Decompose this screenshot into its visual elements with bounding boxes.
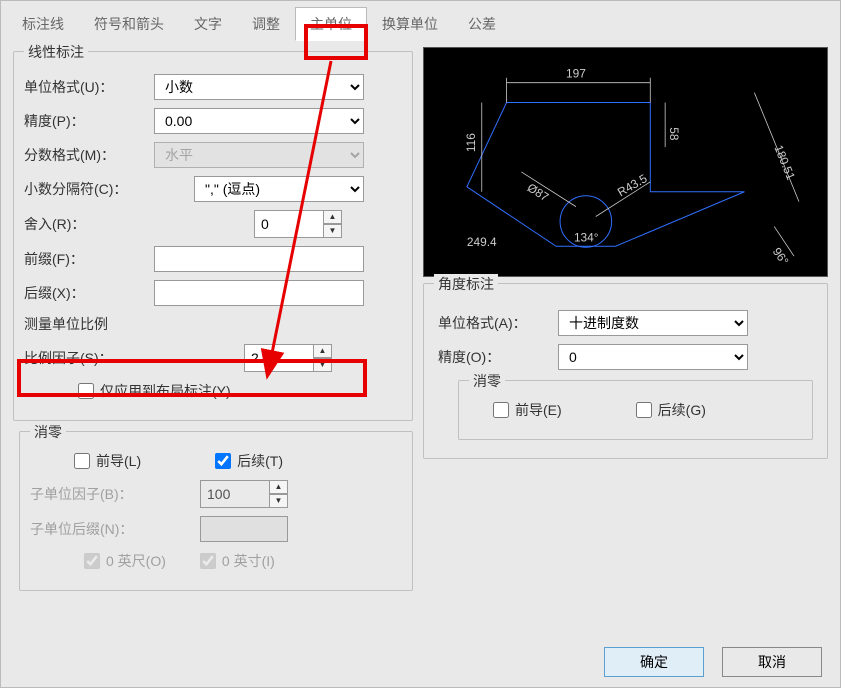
roundoff-spinner[interactable]: ▲ ▼ (254, 210, 342, 238)
ok-button[interactable]: 确定 (604, 647, 704, 677)
feet-label: 0 英尺(O) (106, 551, 166, 571)
unit-format-select[interactable]: 小数 (154, 74, 364, 100)
prefix-label: 前缀(F)： (24, 249, 154, 269)
tab-fit[interactable]: 调整 (237, 7, 295, 41)
angular-unit-label: 单位格式(A)： (438, 313, 558, 333)
trailing-label: 后续(T) (237, 451, 283, 471)
precision-label: 精度(P)： (24, 111, 154, 131)
angular-precision-select[interactable]: 0 (558, 344, 748, 370)
angular-unit-select[interactable]: 十进制度数 (558, 310, 748, 336)
angular-trailing-checkbox[interactable] (636, 402, 652, 418)
trailing-checkbox-wrap[interactable]: 后续(T) (211, 450, 283, 472)
roundoff-input[interactable] (254, 210, 324, 238)
angular-precision-label: 精度(O)： (438, 347, 558, 367)
precision-select[interactable]: 0.00 (154, 108, 364, 134)
scale-title: 测量单位比例 (24, 314, 402, 334)
angular-trailing-label: 后续(G) (658, 400, 706, 420)
preview-panel: 197 58 116 180.51 Ø87 R43.5 134° 249.4 9… (423, 47, 828, 277)
angular-dimension-group: 角度标注 单位格式(A)： 十进制度数 精度(O)： 0 消零 (423, 283, 828, 459)
linear-dimension-group: 线性标注 单位格式(U)： 小数 精度(P)： 0.00 分数格式(M)： (13, 51, 413, 421)
subfactor-spinner: ▲ ▼ (200, 480, 288, 508)
roundoff-label: 舍入(R)： (24, 214, 154, 234)
fraction-format-label: 分数格式(M)： (24, 145, 154, 165)
angular-leading-wrap[interactable]: 前导(E) (489, 399, 562, 421)
angular-trailing-wrap[interactable]: 后续(G) (632, 399, 706, 421)
linear-title: 线性标注 (24, 42, 88, 62)
roundoff-down[interactable]: ▼ (324, 224, 342, 238)
feet-checkbox-wrap: 0 英尺(O) (80, 550, 166, 572)
suffix-input[interactable] (154, 280, 364, 306)
inch-checkbox-wrap: 0 英寸(I) (196, 550, 275, 572)
scale-factor-input[interactable] (244, 344, 314, 372)
subfactor-input (200, 480, 270, 508)
dimension-style-dialog: 标注线 符号和箭头 文字 调整 主单位 换算单位 公差 线性标注 单位格式(U)… (0, 0, 841, 688)
cancel-button[interactable]: 取消 (722, 647, 822, 677)
dim-134: 134° (574, 230, 599, 244)
inch-label: 0 英寸(I) (222, 551, 275, 571)
dim-197: 197 (566, 67, 586, 81)
inch-checkbox (200, 553, 216, 569)
content-area: 线性标注 单位格式(U)： 小数 精度(P)： 0.00 分数格式(M)： (1, 41, 840, 607)
tab-alt-units[interactable]: 换算单位 (367, 7, 453, 41)
tab-tolerance[interactable]: 公差 (453, 7, 511, 41)
layout-only-label: 仅应用到布局标注(Y) (100, 381, 231, 401)
tab-primary-units[interactable]: 主单位 (295, 7, 367, 41)
subsuffix-label: 子单位后缀(N)： (30, 519, 170, 539)
trailing-checkbox[interactable] (215, 453, 231, 469)
leading-label: 前导(L) (96, 451, 141, 471)
subfactor-down: ▼ (270, 494, 288, 508)
fraction-format-select: 水平 (154, 142, 364, 168)
dim-116: 116 (464, 133, 478, 152)
angular-title: 角度标注 (434, 274, 498, 294)
dim-r: R43.5 (615, 171, 650, 199)
separator-select[interactable]: "," (逗点) (194, 176, 364, 202)
subfactor-up: ▲ (270, 480, 288, 494)
scale-factor-spinner[interactable]: ▲ ▼ (244, 344, 332, 372)
angular-zero-group: 消零 前导(E) 后续(G) (458, 380, 813, 440)
roundoff-up[interactable]: ▲ (324, 210, 342, 224)
tab-dimlines[interactable]: 标注线 (7, 7, 79, 41)
angular-leading-label: 前导(E) (515, 400, 562, 420)
scale-factor-label: 比例因子(S)： (24, 348, 154, 368)
dim-180: 180.51 (771, 143, 798, 182)
scale-up[interactable]: ▲ (314, 344, 332, 358)
unit-format-label: 单位格式(U)： (24, 77, 154, 97)
suffix-label: 后缀(X)： (24, 283, 154, 303)
angular-leading-checkbox[interactable] (493, 402, 509, 418)
zero-title: 消零 (30, 422, 66, 442)
subfactor-label: 子单位因子(B)： (30, 484, 170, 504)
scale-down[interactable]: ▼ (314, 358, 332, 372)
dim-249: 249.4 (467, 235, 497, 249)
left-column: 线性标注 单位格式(U)： 小数 精度(P)： 0.00 分数格式(M)： (13, 47, 413, 601)
dim-dia: Ø87 (525, 180, 551, 204)
tab-text[interactable]: 文字 (179, 7, 237, 41)
leading-checkbox-wrap[interactable]: 前导(L) (70, 450, 141, 472)
right-column: 197 58 116 180.51 Ø87 R43.5 134° 249.4 9… (413, 47, 828, 601)
separator-label: 小数分隔符(C)： (24, 179, 154, 199)
layout-only-checkbox-wrap[interactable]: 仅应用到布局标注(Y) (74, 380, 231, 402)
subsuffix-input (200, 516, 288, 542)
dim-58: 58 (667, 127, 681, 141)
tab-symbols[interactable]: 符号和箭头 (79, 7, 179, 41)
prefix-input[interactable] (154, 246, 364, 272)
layout-only-checkbox[interactable] (78, 383, 94, 399)
angular-zero-title: 消零 (469, 371, 505, 391)
zero-suppression-group: 消零 前导(L) 后续(T) 子单位因子(B)： (19, 431, 413, 591)
feet-checkbox (84, 553, 100, 569)
leading-checkbox[interactable] (74, 453, 90, 469)
tab-bar: 标注线 符号和箭头 文字 调整 主单位 换算单位 公差 (7, 7, 834, 41)
button-row: 确定 取消 (604, 647, 822, 677)
preview-svg: 197 58 116 180.51 Ø87 R43.5 134° 249.4 9… (424, 48, 827, 276)
